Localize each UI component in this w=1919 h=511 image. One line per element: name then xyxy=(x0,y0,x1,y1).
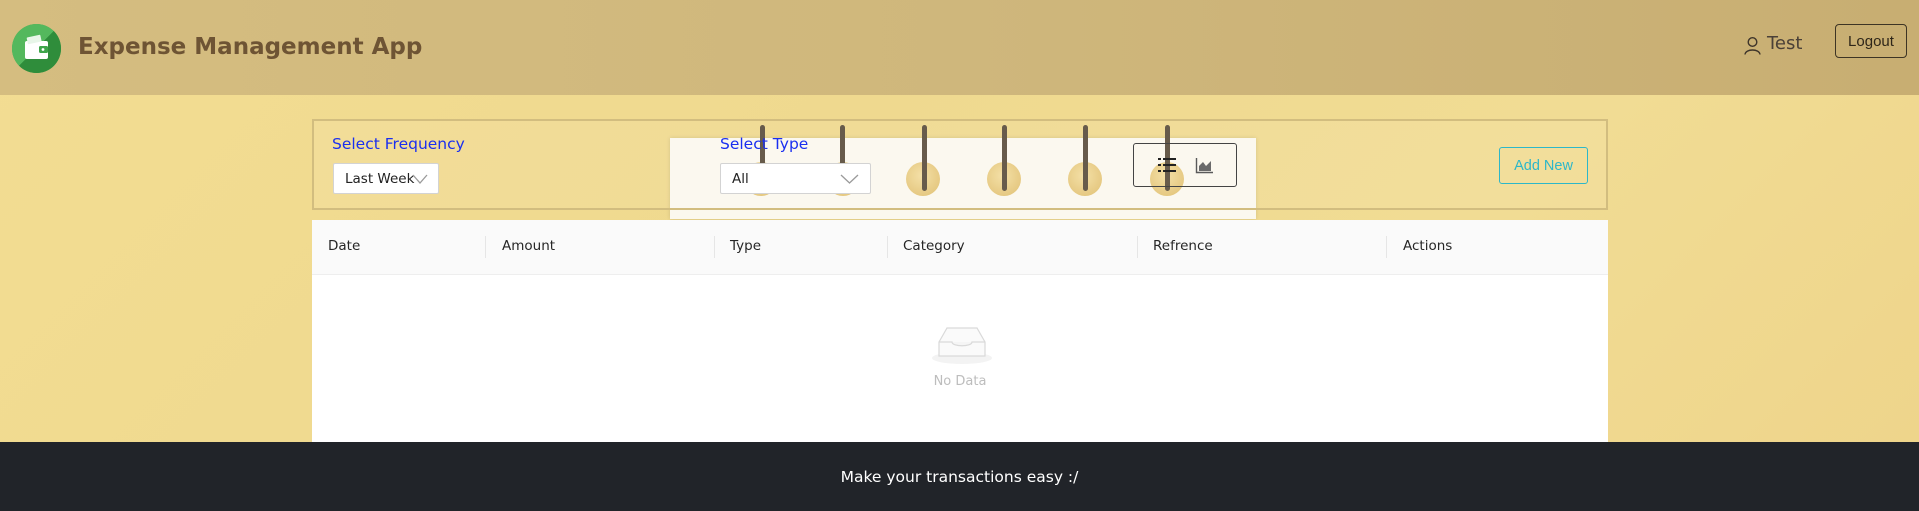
column-divider xyxy=(1386,236,1387,258)
app-header: Expense Management App Test Logout xyxy=(0,0,1919,95)
column-header-actions[interactable]: Actions xyxy=(1403,238,1452,254)
empty-state-text: No Data xyxy=(933,374,987,389)
view-toggle xyxy=(1133,143,1237,187)
column-header-type[interactable]: Type xyxy=(730,238,761,254)
filter-bar: Select Frequency Last Week Select Type A… xyxy=(312,119,1608,210)
chevron-down-icon xyxy=(840,174,859,184)
add-new-button[interactable]: Add New xyxy=(1499,147,1588,184)
column-header-date[interactable]: Date xyxy=(328,238,360,254)
type-select[interactable]: All xyxy=(720,163,871,194)
list-icon[interactable] xyxy=(1157,156,1177,174)
transactions-table: Date Amount Type Category Refrence Actio… xyxy=(312,220,1608,442)
type-value: All xyxy=(732,170,749,187)
frequency-value: Last Week xyxy=(345,170,415,187)
area-chart-icon[interactable] xyxy=(1195,157,1214,174)
table-header: Date Amount Type Category Refrence Actio… xyxy=(312,220,1608,275)
column-header-refrence[interactable]: Refrence xyxy=(1153,238,1213,254)
column-header-amount[interactable]: Amount xyxy=(502,238,555,254)
user-menu[interactable]: Test xyxy=(1744,32,1802,55)
column-divider xyxy=(1137,236,1138,258)
frequency-label: Select Frequency xyxy=(332,135,465,153)
column-header-category[interactable]: Category xyxy=(903,238,965,254)
column-divider xyxy=(714,236,715,258)
app-title: Expense Management App xyxy=(78,34,423,60)
empty-inbox-icon xyxy=(932,327,992,364)
column-divider xyxy=(485,236,486,258)
chevron-down-icon xyxy=(412,174,428,184)
wallet-logo-icon xyxy=(12,24,61,73)
user-name: Test xyxy=(1767,33,1803,54)
footer: Make your transactions easy :/ xyxy=(0,442,1919,511)
type-label: Select Type xyxy=(720,135,809,153)
logout-button[interactable]: Logout xyxy=(1835,24,1907,58)
frequency-select[interactable]: Last Week xyxy=(333,163,439,194)
user-icon xyxy=(1744,36,1761,55)
column-divider xyxy=(887,236,888,258)
footer-text: Make your transactions easy :/ xyxy=(840,467,1079,486)
